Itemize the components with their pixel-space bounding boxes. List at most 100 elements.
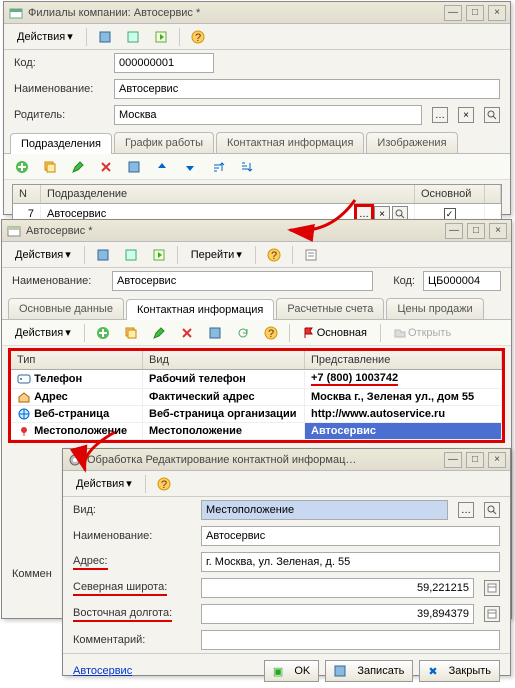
copy-icon[interactable] <box>119 323 143 343</box>
window-branches: Филиалы компании: Автосервис * — □ × Дей… <box>3 1 511 215</box>
name-input[interactable] <box>201 526 500 546</box>
close-button[interactable]: × <box>489 223 507 239</box>
gear-icon <box>67 452 83 468</box>
contacts-grid: Тип Вид Представление Телефон Рабочий те… <box>10 350 503 441</box>
kind-select-button[interactable]: … <box>458 502 474 518</box>
select-button[interactable]: … <box>432 107 448 123</box>
col-kind[interactable]: Вид <box>143 351 305 369</box>
tab-contacts[interactable]: Контактная информация <box>126 299 274 320</box>
maximize-button[interactable]: □ <box>467 223 485 239</box>
svg-text:?: ? <box>271 250 277 262</box>
add-icon[interactable] <box>10 157 34 177</box>
window-edit-contact: Обработка Редактирование контактной инфо… <box>62 448 511 676</box>
sort-desc-icon[interactable] <box>234 157 258 177</box>
minimize-button[interactable]: — <box>444 452 462 468</box>
svg-text:?: ? <box>161 479 167 491</box>
down-icon[interactable] <box>178 157 202 177</box>
tab-main[interactable]: Основные данные <box>8 298 124 319</box>
name-label: Наименование: <box>73 530 193 542</box>
contact-row: Адрес Фактический адрес Москва г., Зелен… <box>11 389 502 406</box>
name-input[interactable] <box>112 271 373 291</box>
name-input[interactable] <box>114 79 500 99</box>
go-icon[interactable] <box>149 27 173 47</box>
titlebar: Автосервис * — □ × <box>2 220 511 242</box>
actions-menu[interactable]: Действия ▾ <box>10 27 80 47</box>
col-repr[interactable]: Представление <box>305 351 502 369</box>
list-icon[interactable] <box>93 27 117 47</box>
sort-asc-icon[interactable] <box>206 157 230 177</box>
tabs: Основные данные Контактная информация Ра… <box>2 298 511 320</box>
minimize-button[interactable]: — <box>444 5 462 21</box>
open-button[interactable]: Открыть <box>387 323 458 343</box>
delete-icon[interactable] <box>175 323 199 343</box>
code-input[interactable] <box>423 271 501 291</box>
minimize-button[interactable]: — <box>445 223 463 239</box>
col-main[interactable]: Основной <box>415 185 485 203</box>
tab-contacts[interactable]: Контактная информация <box>216 132 364 153</box>
list-icon[interactable] <box>91 245 115 265</box>
code-input[interactable] <box>114 53 214 73</box>
refresh-icon[interactable] <box>231 323 255 343</box>
tab-prices[interactable]: Цены продажи <box>386 298 483 319</box>
help-icon[interactable]: ? <box>262 245 286 265</box>
contact-row: Телефон Рабочий телефон +7 (800) 1003742 <box>11 370 502 389</box>
goto-menu[interactable]: Перейти ▾ <box>184 245 249 265</box>
kind-open-button[interactable] <box>484 502 500 518</box>
parent-label: Родитель: <box>14 109 106 121</box>
subactions-menu[interactable]: Действия ▾ <box>8 323 78 343</box>
actions-menu[interactable]: Действия ▾ <box>8 245 78 265</box>
save-icon[interactable] <box>122 157 146 177</box>
lat-input[interactable] <box>201 578 474 598</box>
grid-toolbar <box>4 154 510 180</box>
titlebar: Обработка Редактирование контактной инфо… <box>63 449 510 471</box>
col-n[interactable]: N <box>13 185 41 203</box>
actions-menu[interactable]: Действия ▾ <box>69 474 139 494</box>
clear-button[interactable]: × <box>458 107 474 123</box>
tab-images[interactable]: Изображения <box>366 132 457 153</box>
toolbar: Действия ▾ ? <box>4 24 510 50</box>
lon-input[interactable] <box>201 604 474 624</box>
reread-icon[interactable] <box>121 27 145 47</box>
code-label: Код: <box>14 57 106 69</box>
addr-input[interactable] <box>201 552 500 572</box>
main-flag-button[interactable]: Основная <box>296 323 374 343</box>
col-type[interactable]: Тип <box>11 351 143 369</box>
up-icon[interactable] <box>150 157 174 177</box>
form-icon[interactable] <box>299 245 323 265</box>
comment-label: Комментарий: <box>73 634 193 646</box>
lat-calc-button[interactable] <box>484 580 500 596</box>
help-icon[interactable]: ? <box>259 323 283 343</box>
tab-schedule[interactable]: График работы <box>114 132 214 153</box>
edit-icon[interactable] <box>147 323 171 343</box>
maximize-button[interactable]: □ <box>466 452 484 468</box>
help-icon[interactable]: ? <box>186 27 210 47</box>
svg-text:?: ? <box>268 328 274 340</box>
tab-accounts[interactable]: Расчетные счета <box>276 298 384 319</box>
lat-label: Северная широта: <box>73 581 193 596</box>
kind-label: Вид: <box>73 504 193 516</box>
go-icon[interactable] <box>147 245 171 265</box>
svg-text:?: ? <box>195 32 201 44</box>
maximize-button[interactable]: □ <box>466 5 484 21</box>
footer-link[interactable]: Автосервис <box>73 665 132 677</box>
copy-icon[interactable] <box>38 157 62 177</box>
open-button[interactable] <box>484 107 500 123</box>
delete-icon[interactable] <box>94 157 118 177</box>
app-icon <box>6 223 22 239</box>
toolbar: Действия ▾ ? <box>63 471 510 497</box>
footer: Автосервис ▣ OK Записать ✖ Закрыть <box>63 653 510 688</box>
window-title: Автосервис * <box>26 225 445 237</box>
reread-icon[interactable] <box>119 245 143 265</box>
edit-icon[interactable] <box>66 157 90 177</box>
close-button[interactable]: × <box>488 5 506 21</box>
tab-units[interactable]: Подразделения <box>10 133 112 154</box>
save-icon[interactable] <box>203 323 227 343</box>
parent-input[interactable] <box>114 105 422 125</box>
close-button[interactable]: × <box>488 452 506 468</box>
col-unit[interactable]: Подразделение <box>41 185 415 203</box>
add-icon[interactable] <box>91 323 115 343</box>
lon-calc-button[interactable] <box>484 606 500 622</box>
comment-input[interactable] <box>201 630 500 650</box>
help-icon[interactable]: ? <box>152 474 176 494</box>
kind-input[interactable] <box>201 500 448 520</box>
